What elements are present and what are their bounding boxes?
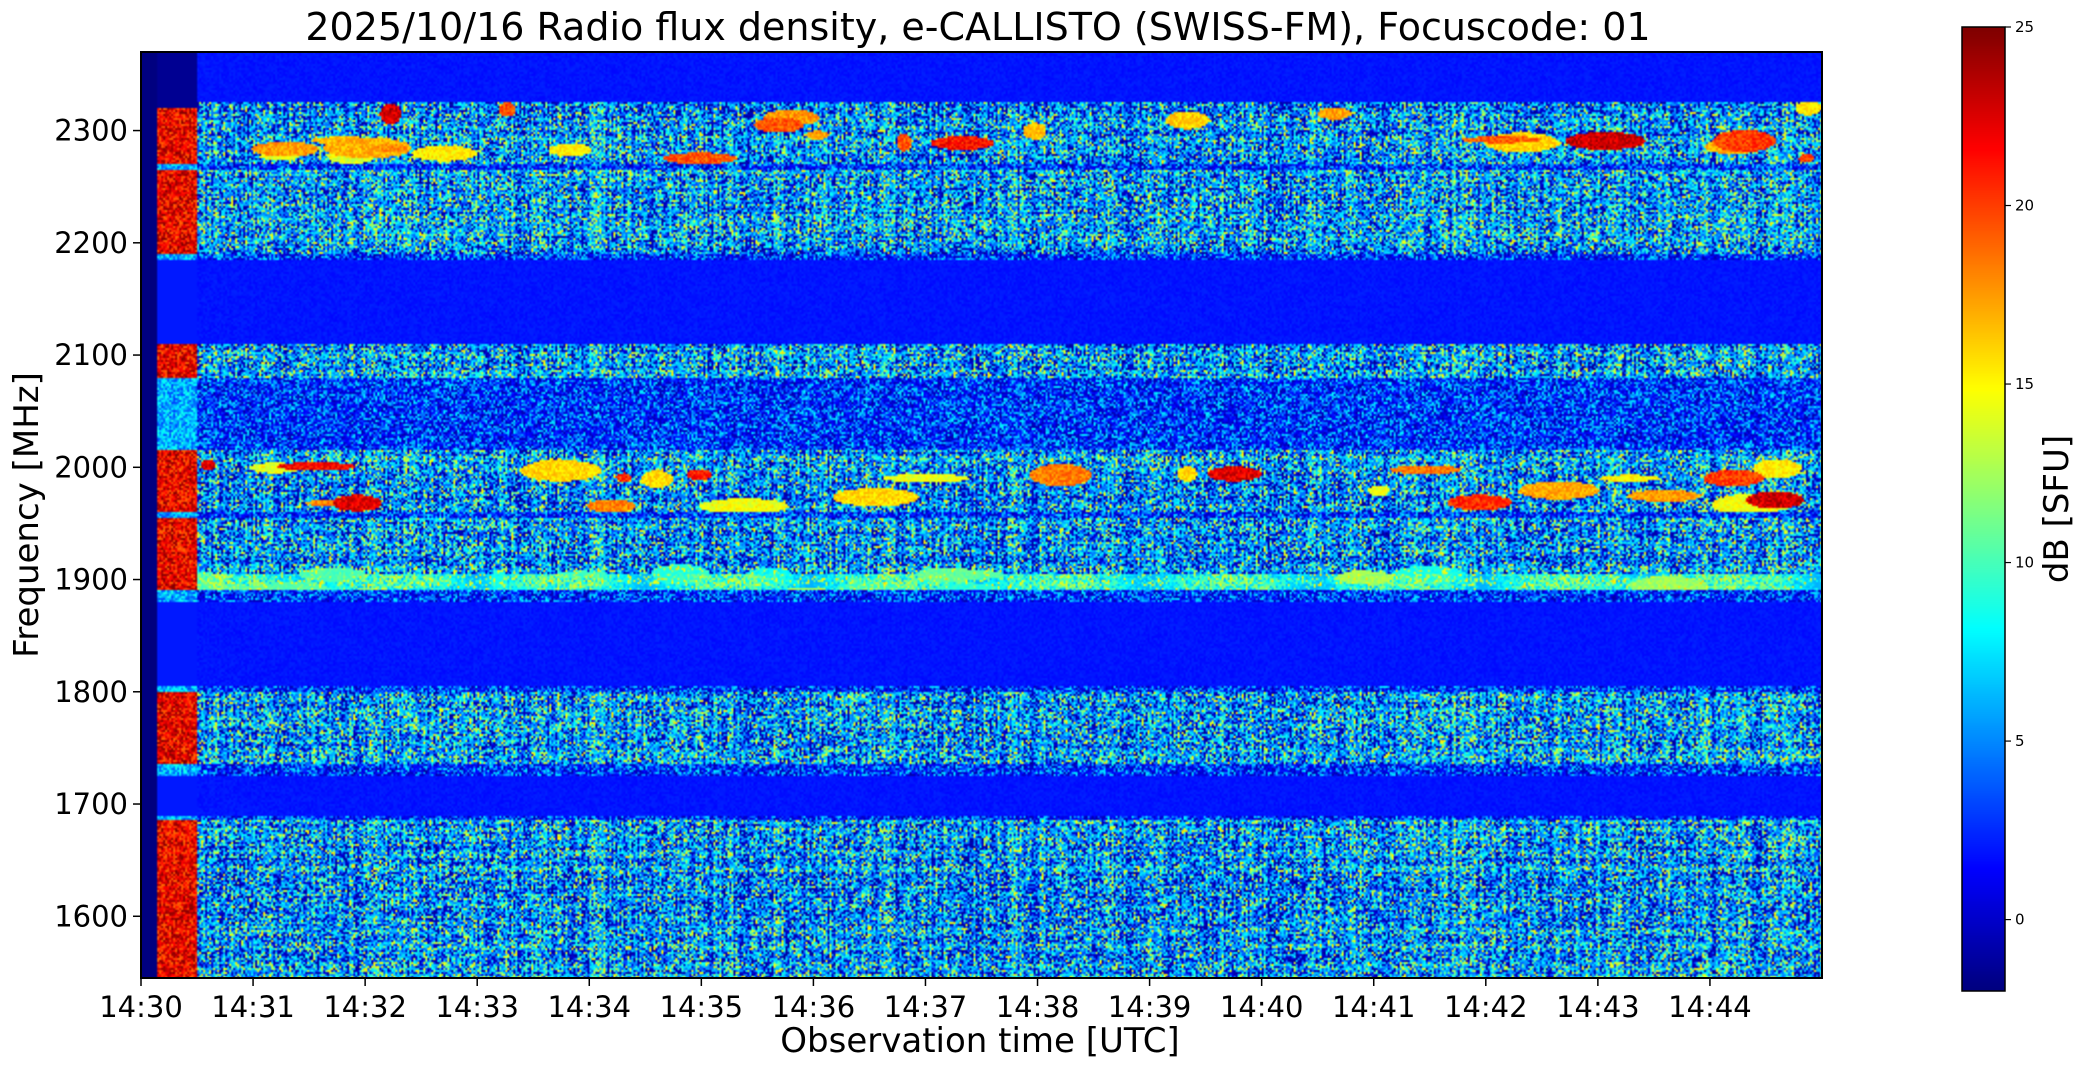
spectrogram-figure: 2025/10/16 Radio flux density, e-CALLIST… — [7, 5, 2077, 1061]
x-tick-label: 14:35 — [660, 990, 744, 1024]
x-tick-label: 14:37 — [884, 990, 968, 1024]
colorbar-tick-label: 5 — [2015, 732, 2025, 750]
colorbar-label: dB [SFU] — [2037, 435, 2077, 583]
x-tick-label: 14:33 — [435, 990, 519, 1024]
y-tick-label: 2200 — [54, 226, 128, 260]
x-tick-label: 14:38 — [996, 990, 1080, 1024]
y-tick-label: 2000 — [54, 450, 128, 484]
colorbar-tick-label: 10 — [2015, 554, 2034, 572]
spectrogram-heatmap — [141, 52, 1822, 978]
x-tick-label: 14:41 — [1332, 990, 1416, 1024]
colorbar-tick-label: 15 — [2015, 375, 2034, 393]
colorbar-ticks: 0 5 10 15 20 25 — [2005, 18, 2034, 929]
y-axis-label: Frequency [MHz] — [7, 372, 47, 658]
y-axis: 1600 1700 1800 1900 2000 2100 2200 2300 — [54, 114, 141, 933]
colorbar-tick-label: 25 — [2015, 18, 2034, 36]
y-tick-label: 2300 — [54, 114, 128, 148]
x-tick-label: 14:31 — [211, 990, 295, 1024]
colorbar: 0 5 10 15 20 25 dB [SFU] — [1961, 18, 2077, 992]
x-tick-label: 14:32 — [323, 990, 407, 1024]
y-tick-label: 1900 — [54, 563, 128, 597]
x-tick-label: 14:36 — [772, 990, 856, 1024]
x-tick-label: 14:40 — [1220, 990, 1304, 1024]
x-tick-label: 14:39 — [1108, 990, 1192, 1024]
y-tick-label: 1600 — [54, 899, 128, 933]
plot-area — [140, 51, 1823, 979]
x-tick-label: 14:30 — [99, 990, 183, 1024]
colorbar-gradient — [1962, 27, 2005, 991]
y-tick-label: 1800 — [54, 675, 128, 709]
x-tick-label: 14:44 — [1668, 990, 1752, 1024]
x-axis: 14:30 14:31 14:32 14:33 14:34 14:35 14:36 14:37… — [99, 978, 1752, 1024]
colorbar-tick-label: 0 — [2015, 911, 2025, 929]
x-tick-label: 14:34 — [547, 990, 631, 1024]
x-axis-label: Observation time [UTC] — [780, 1021, 1179, 1061]
colorbar-tick-label: 20 — [2015, 197, 2034, 215]
y-tick-label: 2100 — [54, 338, 128, 372]
x-tick-label: 14:42 — [1444, 990, 1528, 1024]
x-tick-label: 14:43 — [1556, 990, 1640, 1024]
y-tick-label: 1700 — [54, 787, 128, 821]
chart-title: 2025/10/16 Radio flux density, e-CALLIST… — [305, 5, 1650, 49]
